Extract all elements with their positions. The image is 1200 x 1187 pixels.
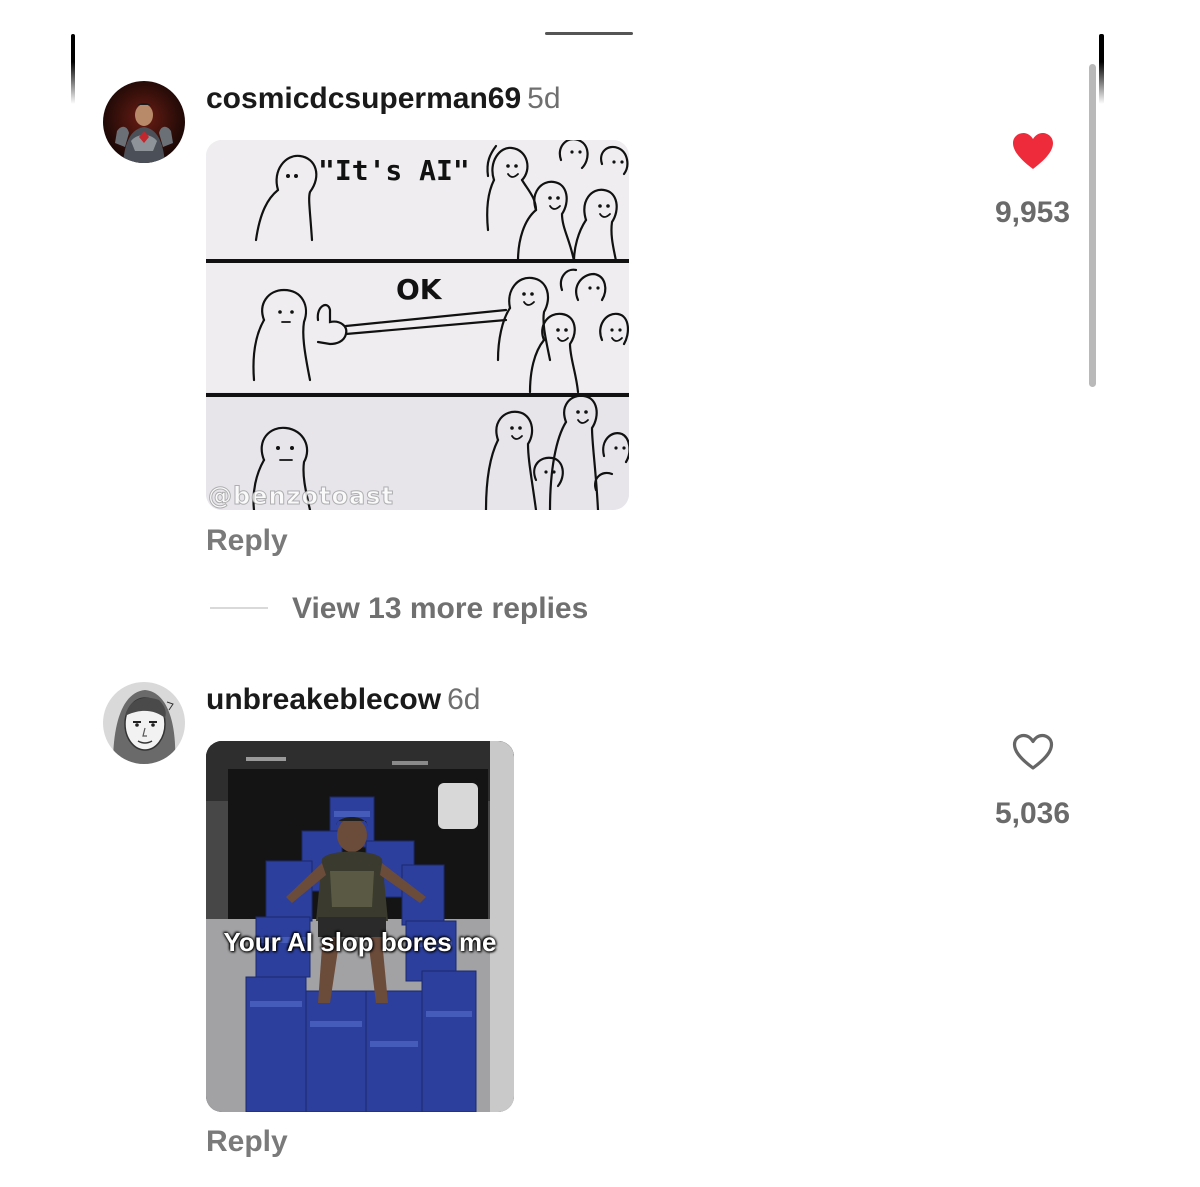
reply-button[interactable]: Reply (206, 1125, 288, 1159)
username[interactable]: unbreakeblecow (206, 683, 441, 716)
avatar[interactable] (103, 81, 185, 163)
view-more-replies-button[interactable]: View 13 more replies (292, 592, 588, 626)
username[interactable]: cosmicdcsuperman69 (206, 82, 521, 115)
meme-caption-top: "It's AI" (318, 154, 470, 187)
replies-divider (210, 607, 268, 609)
heart-filled-icon[interactable] (1011, 131, 1055, 171)
like-count: 9,953 (994, 196, 1071, 229)
meme-caption: Your AI slop bores me (223, 927, 497, 957)
like-count: 5,036 (994, 797, 1071, 830)
sheet-edge-left (71, 34, 75, 104)
meme-watermark: @benzotoast (208, 482, 394, 511)
avatar-image (103, 682, 185, 764)
meme-caption-mid: OK (396, 273, 442, 306)
sheet-grabber[interactable] (545, 32, 633, 35)
heart-outline-icon[interactable] (1011, 732, 1055, 772)
comment-header: cosmicdcsuperman69 5d (206, 82, 561, 116)
comment-age: 5d (527, 82, 561, 115)
comment-media-image[interactable]: Your AI slop bores me (206, 741, 514, 1112)
sheet-edge-right (1099, 34, 1104, 104)
avatar-image (103, 81, 185, 163)
comment-media-image[interactable]: "It's AI" OK @benzotoast (206, 140, 629, 510)
reply-button[interactable]: Reply (206, 524, 288, 558)
avatar[interactable] (103, 682, 185, 764)
comment-header: unbreakeblecow 6d (206, 683, 480, 717)
comment-age: 6d (447, 683, 481, 716)
meme-drawing (206, 140, 629, 510)
